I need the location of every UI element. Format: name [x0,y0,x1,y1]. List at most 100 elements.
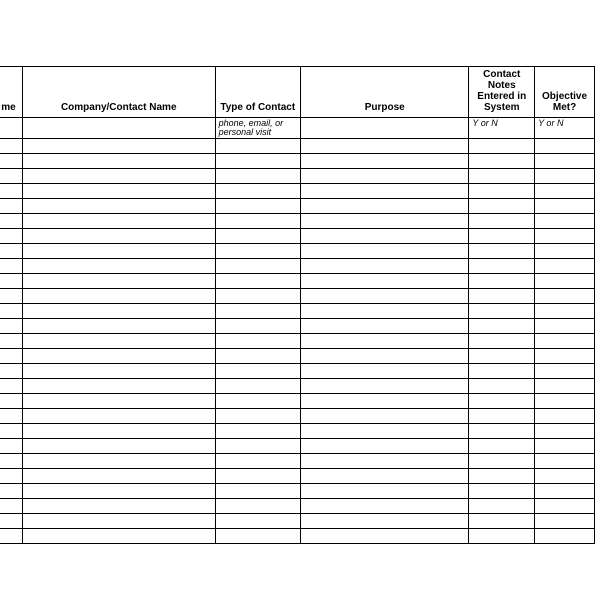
table-cell [535,468,595,483]
table-cell [215,213,300,228]
table-cell [301,453,469,468]
table-cell [22,423,215,438]
table-cell [0,243,22,258]
table-cell [215,378,300,393]
table-row [0,393,595,408]
table-cell [22,213,215,228]
table-cell [22,513,215,528]
header-purpose: Purpose [301,67,469,118]
hint-col1 [0,118,22,139]
table-cell [301,258,469,273]
table-cell [469,168,535,183]
table-cell [535,228,595,243]
table-cell [215,168,300,183]
table-cell [535,393,595,408]
table-cell [301,363,469,378]
table-cell [215,198,300,213]
table-cell [22,393,215,408]
table-cell [22,183,215,198]
table-row [0,228,595,243]
table-cell [22,498,215,513]
table-cell [22,453,215,468]
header-col1: me [0,67,22,118]
table-cell [301,393,469,408]
table-cell [469,198,535,213]
table-cell [215,273,300,288]
table-row [0,213,595,228]
table-cell [0,183,22,198]
table-cell [301,408,469,423]
table-cell [0,138,22,153]
table-cell [301,468,469,483]
table-cell [469,438,535,453]
table-cell [22,303,215,318]
table-cell [0,468,22,483]
table-cell [0,228,22,243]
table-row [0,243,595,258]
table-cell [469,228,535,243]
table-cell [22,483,215,498]
table-cell [215,438,300,453]
table-cell [301,528,469,543]
table-cell [0,198,22,213]
table-cell [22,528,215,543]
table-cell [22,198,215,213]
table-cell [535,423,595,438]
table-cell [22,468,215,483]
table-cell [0,273,22,288]
table-row [0,408,595,423]
table-cell [301,153,469,168]
table-cell [301,438,469,453]
table-cell [535,333,595,348]
table-cell [469,348,535,363]
table-cell [215,153,300,168]
table-cell [0,318,22,333]
table-cell [535,258,595,273]
table-cell [301,288,469,303]
table-row [0,423,595,438]
table-cell [535,378,595,393]
table-cell [301,318,469,333]
hints-row: phone, email, or personal visit Y or N Y… [0,118,595,139]
table-cell [0,333,22,348]
table-cell [0,258,22,273]
table-cell [301,198,469,213]
table-cell [301,243,469,258]
table-cell [22,168,215,183]
table-cell [22,153,215,168]
header-objective-met: Objective Met? [535,67,595,118]
table-cell [0,288,22,303]
table-cell [215,498,300,513]
table-cell [215,348,300,363]
table-cell [469,183,535,198]
table-cell [535,483,595,498]
table-row [0,453,595,468]
table-cell [22,348,215,363]
table-cell [535,243,595,258]
table-cell [215,528,300,543]
table-cell [469,453,535,468]
table-row [0,483,595,498]
table-cell [215,408,300,423]
table-cell [535,183,595,198]
table-cell [0,513,22,528]
table-cell [469,513,535,528]
table-cell [215,468,300,483]
table-cell [535,273,595,288]
header-type-of-contact: Type of Contact [215,67,300,118]
table-cell [215,288,300,303]
table-cell [0,393,22,408]
table-row [0,303,595,318]
table-cell [301,273,469,288]
table-row [0,468,595,483]
table-cell [301,138,469,153]
table-cell [301,498,469,513]
hint-company-contact [22,118,215,139]
table-cell [215,243,300,258]
table-cell [215,228,300,243]
table-row [0,438,595,453]
table-row [0,528,595,543]
table-cell [215,318,300,333]
table-cell [22,288,215,303]
table-cell [22,333,215,348]
